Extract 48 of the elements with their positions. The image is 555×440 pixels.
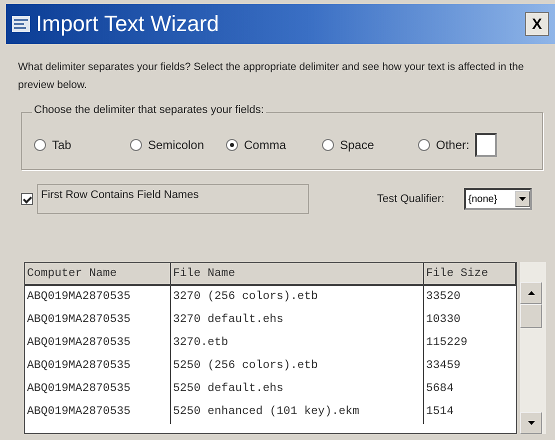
table-cell-text: 1514 xyxy=(425,404,455,420)
radio-button[interactable] xyxy=(34,139,46,151)
column-header: Computer Name xyxy=(25,263,171,286)
up-arrow-icon xyxy=(528,291,534,295)
table-cell: 5250 default.ehs xyxy=(171,378,424,401)
down-arrow-icon xyxy=(528,421,534,425)
table-cell-text: 115229 xyxy=(425,335,468,351)
delimiter-option[interactable]: Semicolon xyxy=(130,138,226,152)
radio-button[interactable] xyxy=(418,139,430,151)
table-cell: 5250 enhanced (101 key).ekm xyxy=(171,401,424,424)
scroll-down-button[interactable] xyxy=(520,412,542,434)
scrollbar[interactable] xyxy=(520,262,546,434)
qualifier-dropdown[interactable]: {none} xyxy=(464,188,532,210)
table-cell: ABQ019MA2870535 xyxy=(25,355,171,378)
table-cell: 3270 (256 colors).etb xyxy=(171,286,424,309)
table-cell-text: 5684 xyxy=(425,381,455,397)
close-button[interactable]: X xyxy=(525,12,549,36)
checkbox[interactable] xyxy=(21,193,33,205)
table-cell: 3270.etb xyxy=(171,332,424,355)
checkbox-label: First Row Contains Field Names xyxy=(37,184,309,214)
window-title: Import Text Wizard xyxy=(36,11,219,37)
radio-button[interactable] xyxy=(226,139,238,151)
table-cell: ABQ019MA2870535 xyxy=(25,286,171,309)
column-header: File Size xyxy=(424,263,516,286)
radio-button[interactable] xyxy=(130,139,142,151)
table-cell: 3270 default.ehs xyxy=(171,309,424,332)
group-legend: Choose the delimiter that separates your fields: xyxy=(32,104,266,116)
delimiter-option[interactable]: Space xyxy=(322,138,418,152)
table-cell: ABQ019MA2870535 xyxy=(25,309,171,332)
column-header: File Name xyxy=(171,263,424,286)
table-cell: 5250 (256 colors).etb xyxy=(171,355,424,378)
other-field[interactable] xyxy=(475,133,498,157)
scroll-up-button[interactable] xyxy=(520,282,542,304)
table-cell: ABQ019MA2870535 xyxy=(25,332,171,355)
table-cell-text: 10330 xyxy=(425,312,462,328)
wizard-icon xyxy=(12,16,30,32)
table-cell-text: 33520 xyxy=(425,289,462,305)
instructions-text: What delimiter separates your fields? Select the appropriate delimiter and see how your text is affected in the preview below. xyxy=(18,60,525,93)
table-cell-text: 33459 xyxy=(425,358,462,374)
scroll-thumb[interactable] xyxy=(520,304,542,328)
qualifier-label: Test Qualifier: xyxy=(377,193,444,205)
delimiter-option[interactable]: Other: xyxy=(418,133,514,157)
table-cell: ABQ019MA2870535 xyxy=(25,401,171,424)
table-cell: ABQ019MA2870535 xyxy=(25,378,171,401)
caret-icon xyxy=(519,197,526,201)
delimiter-option[interactable]: Comma xyxy=(226,138,322,152)
radio-button[interactable] xyxy=(322,139,334,151)
delimiter-option[interactable]: Tab xyxy=(34,138,130,152)
